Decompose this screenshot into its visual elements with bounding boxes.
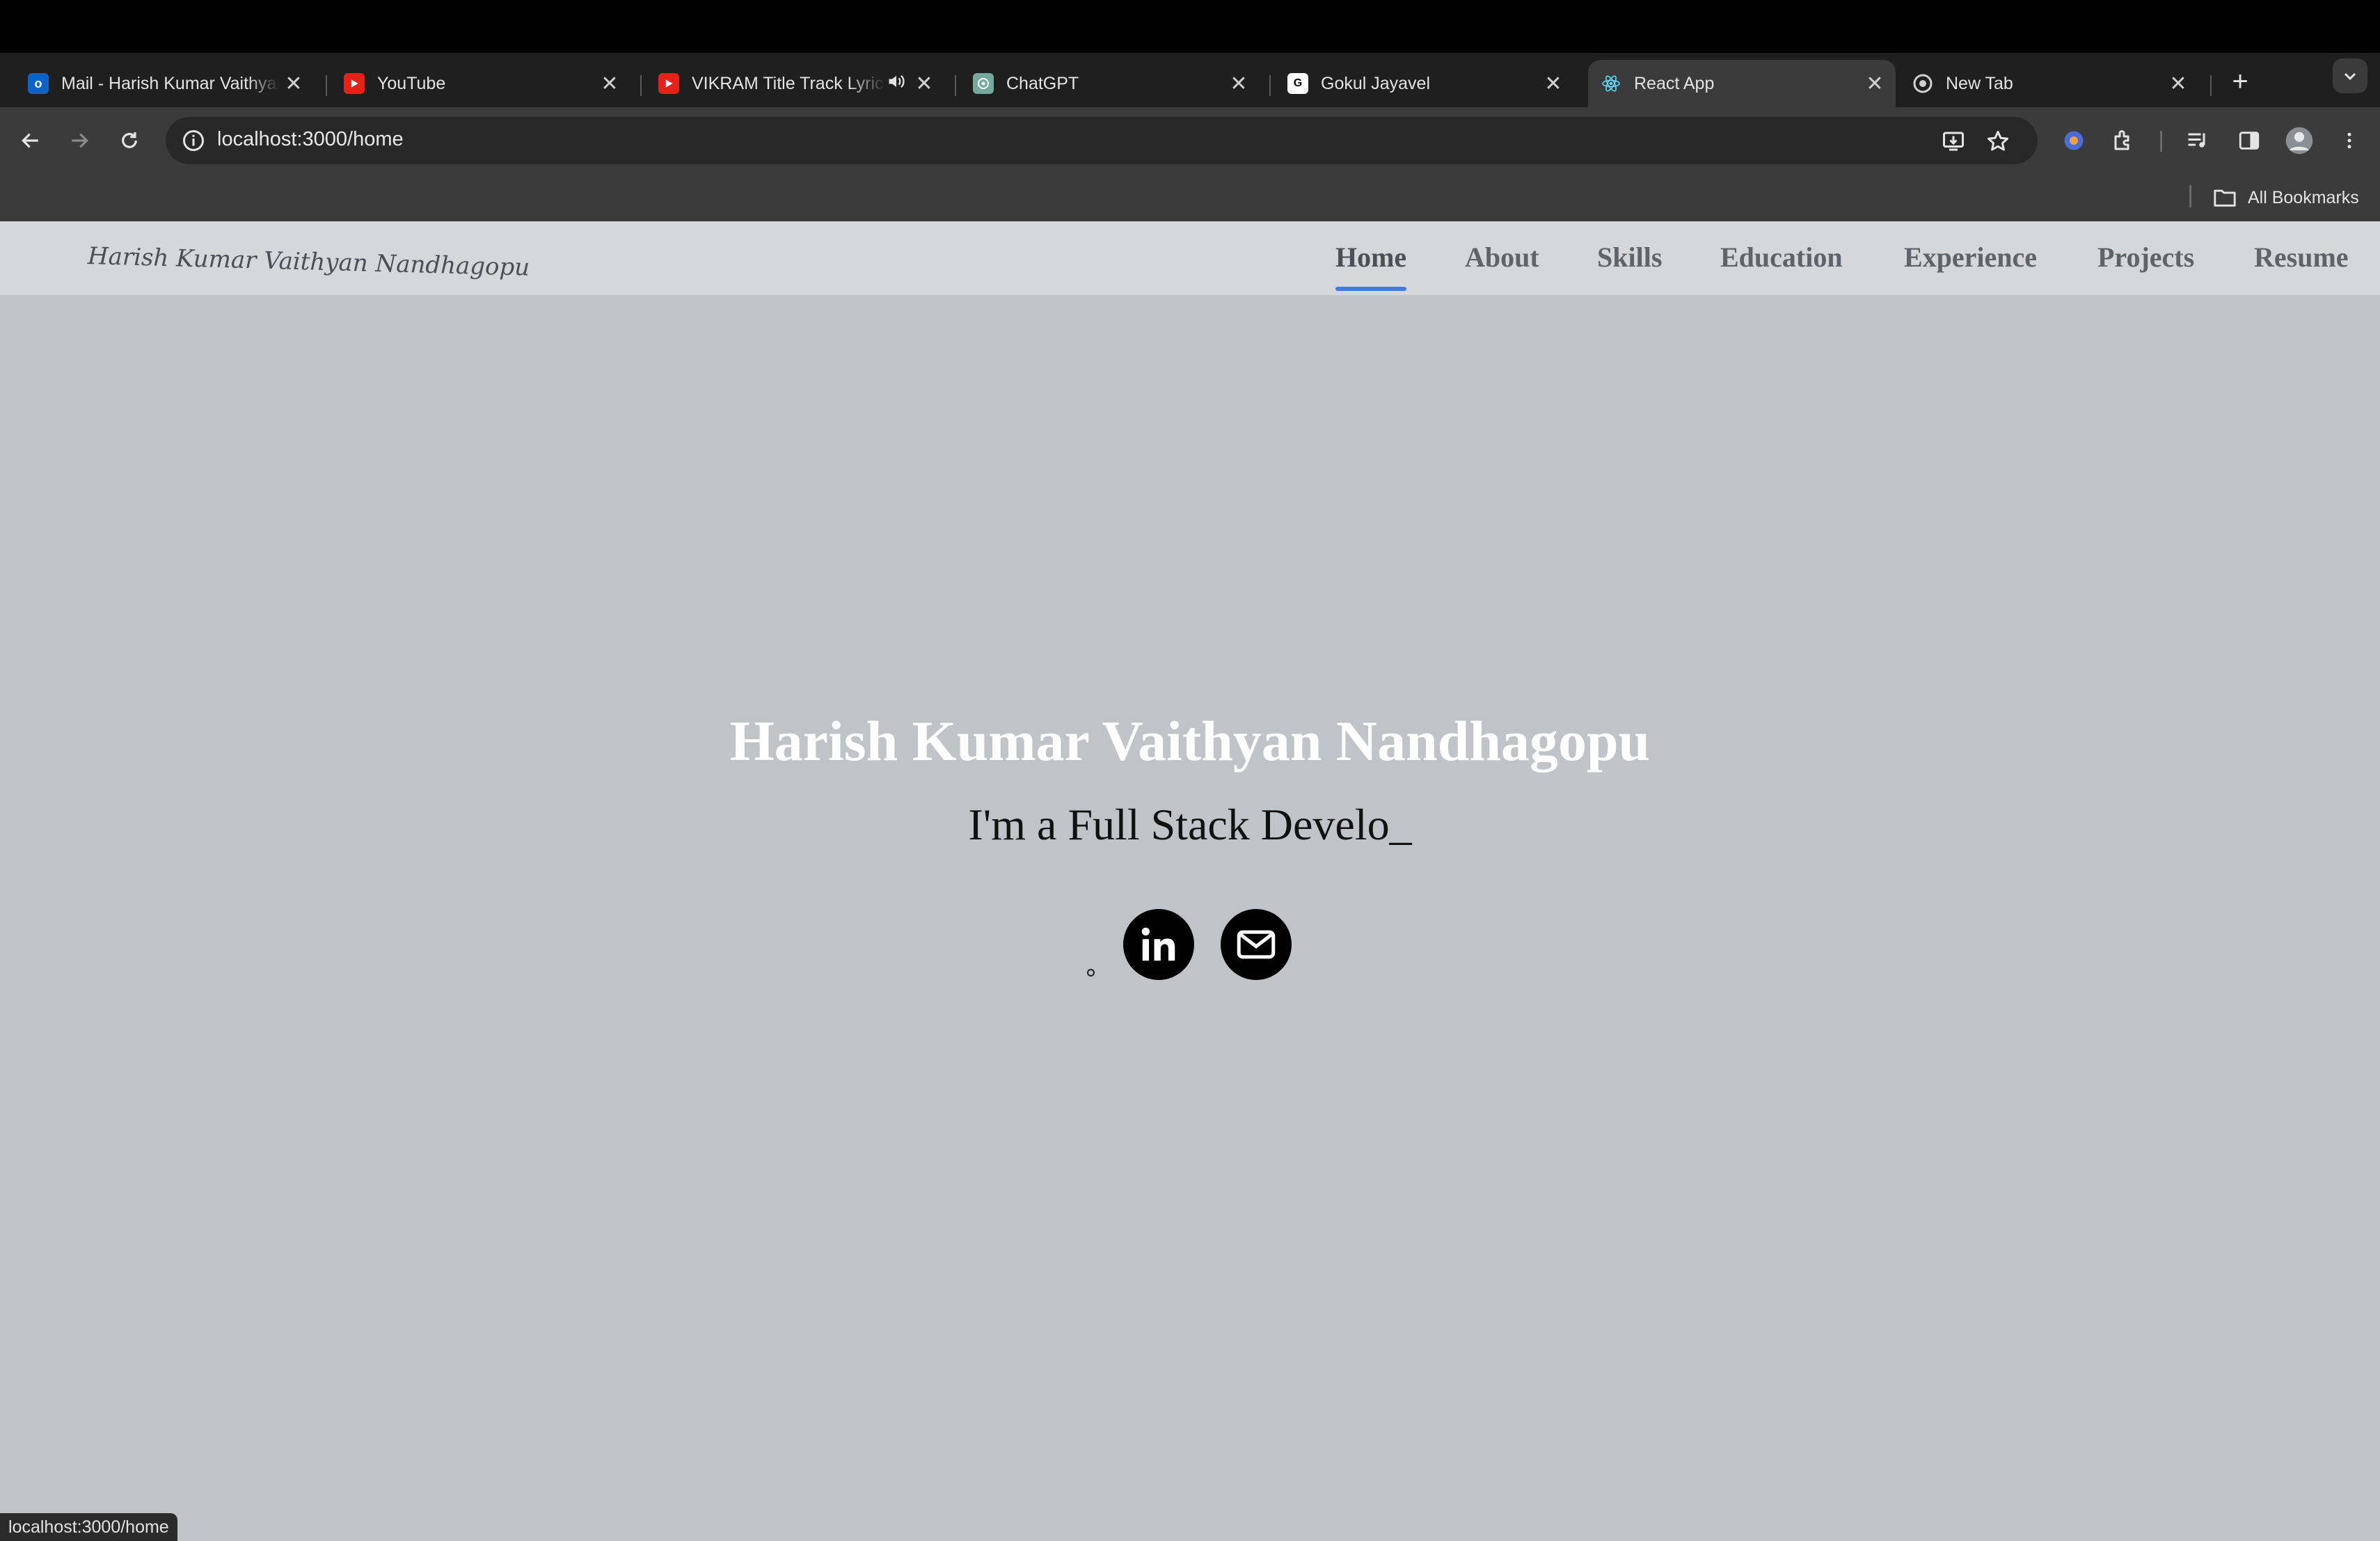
site-brand[interactable]: Harish Kumar Vaithyan Nandhagopu <box>87 242 530 282</box>
tab-title: React App <box>1634 73 1715 93</box>
tab-strip: o Mail - Harish Kumar Vaithyanathan Nand… <box>0 53 2380 107</box>
youtube-icon <box>344 73 365 94</box>
nav-link-about[interactable]: About <box>1465 241 1539 274</box>
tab-react-app[interactable]: React App ✕ <box>1588 60 1896 107</box>
close-tab-icon[interactable]: ✕ <box>2164 70 2192 97</box>
side-panel-icon[interactable] <box>2231 123 2267 159</box>
close-tab-icon[interactable]: ✕ <box>1225 70 1253 97</box>
bookmarks-separator <box>2189 185 2191 207</box>
email-icon <box>1237 930 1276 959</box>
tab-youtube[interactable]: YouTube ✕ <box>316 60 630 107</box>
media-controls-icon[interactable] <box>2180 123 2216 159</box>
browser-toolbar: localhost:3000/home <box>0 107 2380 174</box>
close-tab-icon[interactable]: ✕ <box>910 70 938 97</box>
tab-title: ChatGPT <box>1006 73 1079 93</box>
youtube-icon <box>658 73 679 94</box>
status-bubble: localhost:3000/home <box>0 1513 177 1541</box>
url-text[interactable]: localhost:3000/home <box>217 128 404 151</box>
install-app-icon[interactable] <box>1940 128 1967 155</box>
forward-button[interactable] <box>61 123 97 159</box>
menu-kebab-icon[interactable] <box>2331 123 2367 159</box>
close-tab-icon[interactable]: ✕ <box>596 70 624 97</box>
close-tab-icon[interactable]: ✕ <box>1539 70 1567 97</box>
tab-title: VIKRAM Title Track Lyric <box>692 73 884 93</box>
email-button[interactable] <box>1221 909 1292 980</box>
chatgpt-icon <box>973 73 994 94</box>
chevron-down-icon <box>2344 72 2356 81</box>
bookmarks-bar: All Bookmarks <box>0 174 2380 221</box>
tab-search-button[interactable] <box>2333 58 2367 93</box>
toolbar-separator <box>2160 131 2162 152</box>
all-bookmarks-label: All Bookmarks <box>2248 187 2359 207</box>
web-page: Harish Kumar Vaithyan Nandhagopu Home Ab… <box>0 221 2380 1541</box>
nav-link-resume[interactable]: Resume <box>2254 241 2349 274</box>
tab-chatgpt[interactable]: ChatGPT ✕ <box>945 60 1260 107</box>
address-bar[interactable]: localhost:3000/home <box>166 117 2038 164</box>
chrome-icon <box>1912 73 1933 94</box>
outlook-icon: o <box>28 73 49 94</box>
close-tab-icon[interactable]: ✕ <box>280 70 308 97</box>
nav-link-education[interactable]: Education <box>1720 241 1843 274</box>
hero-subtitle: I'm a Full Stack Develo_ <box>968 800 1412 849</box>
back-arrow-icon <box>22 133 38 148</box>
linkedin-button[interactable] <box>1123 909 1194 980</box>
extension-icon[interactable] <box>2056 123 2092 159</box>
tab-vikram[interactable]: VIKRAM Title Track Lyric ✕ <box>630 60 945 107</box>
site-info-icon[interactable] <box>181 128 206 153</box>
audio-playing-icon[interactable] <box>887 72 906 96</box>
tab-title: Mail - Harish Kumar Vaithyanathan Nandha… <box>61 73 280 93</box>
reload-button[interactable] <box>111 123 148 159</box>
nav-link-home[interactable]: Home <box>1335 241 1407 291</box>
tab-title: Gokul Jayavel <box>1321 73 1431 93</box>
tab-new-tab[interactable]: New Tab ✕ <box>1885 60 2199 107</box>
nav-link-experience[interactable]: Experience <box>1904 241 2037 274</box>
forward-arrow-icon <box>72 133 88 148</box>
tab-title: YouTube <box>377 73 446 93</box>
react-icon <box>1601 73 1621 94</box>
site-navbar: Harish Kumar Vaithyan Nandhagopu Home Ab… <box>0 221 2380 295</box>
linkedin-icon <box>1141 927 1175 961</box>
active-underline <box>1335 287 1407 291</box>
profile-avatar-icon[interactable] <box>2281 123 2317 159</box>
nav-label: Home <box>1335 242 1407 273</box>
bookmark-star-icon[interactable] <box>1985 128 2011 155</box>
reload-icon <box>122 132 137 148</box>
folder-icon <box>2214 189 2236 207</box>
site-icon: G <box>1287 73 1308 94</box>
tab-title: New Tab <box>1946 73 2013 93</box>
all-bookmarks-button[interactable]: All Bookmarks <box>2213 182 2359 213</box>
nav-link-skills[interactable]: Skills <box>1597 241 1662 274</box>
window-top-strip <box>0 0 2380 53</box>
back-button[interactable] <box>13 123 49 159</box>
nav-link-projects[interactable]: Projects <box>2097 241 2194 274</box>
tab-mail[interactable]: o Mail - Harish Kumar Vaithyanathan Nand… <box>0 60 315 107</box>
tab-gokul[interactable]: G Gokul Jayavel ✕ <box>1260 60 1574 107</box>
hero-name: Harish Kumar Vaithyan Nandhagopu <box>729 709 1651 773</box>
extensions-puzzle-icon[interactable] <box>2106 123 2142 159</box>
new-tab-button[interactable]: + <box>2223 64 2258 99</box>
tab-separator <box>2210 75 2212 96</box>
cursor-dot <box>1087 969 1095 977</box>
